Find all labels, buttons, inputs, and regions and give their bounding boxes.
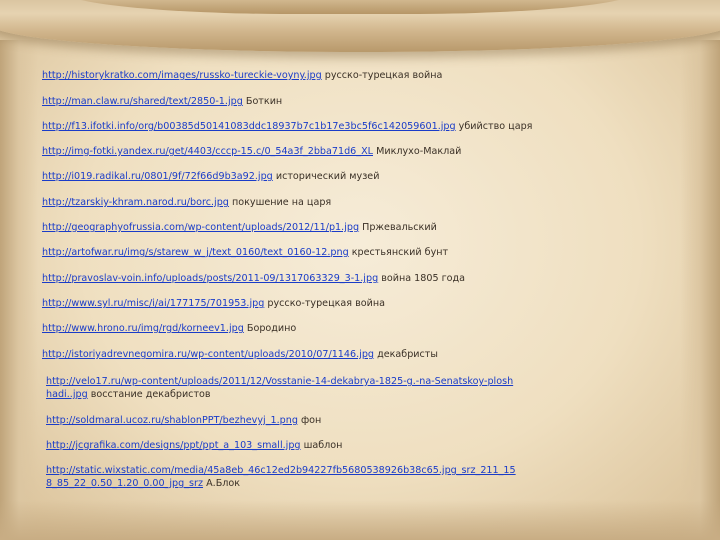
source-link[interactable]: http://f13.ifotki.info/org/b00385d501410… — [42, 121, 456, 132]
link-description: война 1805 года — [381, 273, 466, 284]
list-item: http://i019.radikal.ru/0801/9f/72f66d9b3… — [42, 170, 379, 183]
list-item: http://img-fotki.yandex.ru/get/4403/cccp… — [42, 145, 461, 158]
source-link[interactable]: http://i019.radikal.ru/0801/9f/72f66d9b3… — [42, 171, 273, 182]
link-description: декабристы — [377, 349, 438, 360]
list-item: http://f13.ifotki.info/org/b00385d501410… — [42, 120, 532, 133]
link-description: Бородино — [246, 323, 297, 334]
source-link[interactable]: http://tzarskiy-khram.narod.ru/borc.jpg — [42, 197, 229, 208]
list-item: http://historykratko.com/images/russko-t… — [42, 69, 442, 82]
source-link[interactable]: http://soldmaral.ucoz.ru/shablonPPT/bezh… — [46, 415, 298, 426]
list-item: http://tzarskiy-khram.narod.ru/borc.jpg … — [42, 196, 331, 209]
list-item: http://static.wixstatic.com/media/45a8eb… — [46, 464, 516, 490]
list-item: http://pravoslav-voin.info/uploads/posts… — [42, 272, 465, 285]
link-description: убийство царя — [458, 121, 533, 132]
link-description: Миклухо-Маклай — [376, 146, 462, 157]
source-link[interactable]: http://man.claw.ru/shared/text/2850-1.jp… — [42, 96, 243, 107]
source-link[interactable]: http://img-fotki.yandex.ru/get/4403/cccp… — [42, 146, 373, 157]
source-link[interactable]: http://www.syl.ru/misc/i/ai/177175/70195… — [42, 298, 264, 309]
link-description: восстание декабристов — [90, 389, 211, 400]
list-item: http://www.syl.ru/misc/i/ai/177175/70195… — [42, 297, 385, 310]
source-link[interactable]: http://historykratko.com/images/russko-t… — [42, 70, 322, 81]
link-description: русско-турецкая война — [324, 70, 443, 81]
link-description: покушение на царя — [231, 197, 332, 208]
link-description: крестьянский бунт — [351, 247, 449, 258]
list-item: http://istoriyadrevnegomira.ru/wp-conten… — [42, 348, 438, 361]
slide-background: http://historykratko.com/images/russko-t… — [0, 0, 720, 540]
link-description: Пржевальский — [362, 222, 437, 233]
list-item: http://www.hrono.ru/img/rgd/korneev1.jpg… — [42, 322, 296, 335]
link-description: Боткин — [245, 96, 283, 107]
link-description: шаблон — [303, 440, 343, 451]
source-link[interactable]: http://istoriyadrevnegomira.ru/wp-conten… — [42, 349, 374, 360]
source-link[interactable]: http://pravoslav-voin.info/uploads/posts… — [42, 273, 378, 284]
source-link[interactable]: http://artofwar.ru/img/s/starew_w_j/text… — [42, 247, 349, 258]
link-description: фон — [300, 415, 322, 426]
source-links-list: http://historykratko.com/images/russko-t… — [0, 0, 720, 540]
list-item: http://velo17.ru/wp-content/uploads/2011… — [46, 375, 516, 401]
list-item: http://man.claw.ru/shared/text/2850-1.jp… — [42, 95, 282, 108]
list-item: http://artofwar.ru/img/s/starew_w_j/text… — [42, 246, 448, 259]
source-link[interactable]: http://static.wixstatic.com/media/45a8eb… — [46, 465, 516, 489]
list-item: http://soldmaral.ucoz.ru/shablonPPT/bezh… — [46, 414, 321, 427]
link-description: А.Блок — [206, 478, 241, 489]
list-item: http://geographyofrussia.com/wp-content/… — [42, 221, 437, 234]
list-item: http://jcgrafika.com/designs/ppt/ppt_a_1… — [46, 439, 342, 452]
link-description: русско-турецкая война — [267, 298, 386, 309]
source-link[interactable]: http://jcgrafika.com/designs/ppt/ppt_a_1… — [46, 440, 301, 451]
source-link[interactable]: http://www.hrono.ru/img/rgd/korneev1.jpg — [42, 323, 244, 334]
source-link[interactable]: http://geographyofrussia.com/wp-content/… — [42, 222, 359, 233]
link-description: исторический музей — [275, 171, 380, 182]
